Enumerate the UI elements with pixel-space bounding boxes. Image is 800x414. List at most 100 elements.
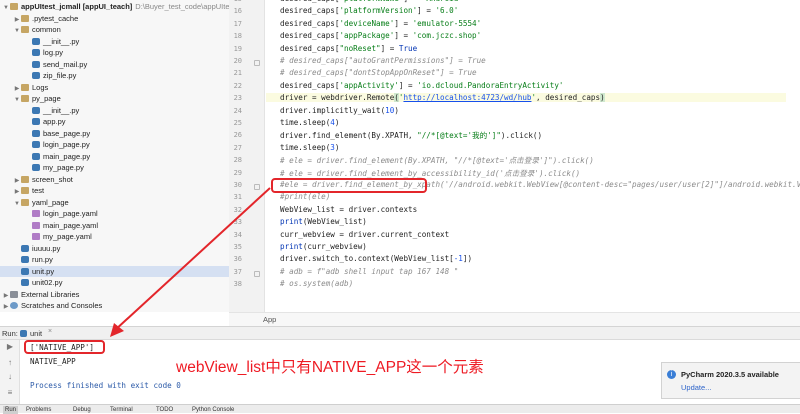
python-file-icon — [32, 164, 40, 171]
python-file-icon — [32, 106, 40, 114]
code-line[interactable]: WebView_list = driver.contexts — [280, 205, 417, 214]
tree-item-label: run.py — [32, 255, 53, 264]
python-file-icon — [32, 37, 40, 45]
code-line[interactable]: # desired_caps["dontStopAppOnReset"] = T… — [280, 68, 477, 77]
python-file-icon — [32, 49, 40, 56]
fold-icon[interactable] — [254, 60, 260, 66]
code-line[interactable]: time.sleep(3) — [280, 143, 339, 152]
annotation-text: webView_list中只有NATIVE_APP这一个元素 — [176, 359, 484, 376]
tree-item[interactable]: ▶ screen_shot — [0, 174, 229, 185]
tree-item[interactable]: ▶ .pytest_cache — [0, 13, 229, 24]
tree-item[interactable]: login_page.py — [0, 139, 229, 150]
code-line[interactable]: desired_caps["noReset"] = True — [280, 44, 417, 53]
code-line[interactable]: desired_caps['platformVersion'] = '6.0' — [280, 6, 458, 15]
line-number: 16 — [233, 7, 242, 16]
code-line[interactable]: # adb = f"adb shell input tap 167 148 " — [280, 267, 458, 276]
line-number: 19 — [233, 44, 242, 53]
chevron-right-icon[interactable]: ▶ — [2, 302, 10, 312]
code-line[interactable]: #print(ele) — [280, 192, 330, 201]
library-icon — [10, 290, 18, 298]
code-line[interactable]: print(WebView_list) — [280, 217, 367, 226]
run-tab-unit[interactable]: unit — [30, 329, 42, 338]
scratch-icon — [10, 302, 18, 309]
tree-item-label: iuuuu.py — [32, 243, 61, 253]
tree-item-label: login_page.yaml — [43, 209, 98, 218]
tree-item[interactable]: ▶ Logs — [0, 82, 229, 93]
code-line[interactable]: # desired_caps["autoGrantPermissions"] =… — [280, 56, 486, 65]
arrow-up-icon[interactable]: ↑ — [5, 358, 15, 368]
tree-item-label: screen_shot — [32, 174, 73, 184]
tree-item-label: test — [32, 186, 45, 195]
tree-item[interactable]: ▼ py_page — [0, 93, 229, 104]
folder-icon — [21, 26, 29, 33]
tree-item-label: Scratches and Consoles — [21, 301, 103, 310]
code-line[interactable]: time.sleep(4) — [280, 118, 339, 127]
tree-item[interactable]: my_page.py — [0, 162, 229, 173]
python-file-icon — [21, 279, 29, 286]
line-number: 17 — [233, 19, 242, 28]
code-line[interactable]: # ele = driver.find_element_by_accessibi… — [280, 168, 580, 179]
tree-item[interactable]: __init__.py — [0, 36, 229, 47]
project-path: D:\Buyer_test_code\appUItest — [135, 2, 229, 11]
tree-item[interactable]: zip_file.py — [0, 70, 229, 81]
close-icon[interactable]: × — [48, 328, 52, 335]
tree-item-label: Logs — [32, 82, 49, 92]
arrow-down-icon[interactable]: ↓ — [5, 372, 15, 382]
yaml-file-icon — [32, 233, 40, 240]
python-file-icon — [21, 244, 29, 252]
python-file-icon — [21, 267, 29, 275]
tree-item[interactable]: base_page.py — [0, 128, 229, 139]
code-line[interactable]: desired_caps['platformName'] = 'Android' — [280, 0, 463, 3]
python-file-icon — [32, 141, 40, 148]
tree-item-label: my_page.yaml — [43, 232, 92, 241]
line-number: 18 — [233, 32, 242, 41]
code-line[interactable]: desired_caps['deviceName'] = 'emulator-5… — [280, 19, 481, 28]
tree-item-label: base_page.py — [43, 128, 91, 138]
highlight-box-output — [24, 340, 105, 354]
tree-item-label: unit02.py — [32, 278, 63, 287]
tree-item-label: common — [32, 25, 61, 34]
update-link[interactable]: Update... — [681, 383, 711, 392]
code-line[interactable]: desired_caps['appPackage'] = 'com.jczc.s… — [280, 31, 481, 40]
line-number: 26 — [233, 131, 242, 140]
code-editor[interactable]: desired_caps['platformName'] = 'Android'… — [266, 0, 800, 312]
info-icon: i — [667, 370, 676, 379]
code-line[interactable]: # os.system(adb) — [280, 279, 353, 288]
tree-item[interactable]: ▼ appUItest_jcmall [appUI_teach] D:\Buyer_… — [0, 1, 229, 12]
tree-item-label: app.py — [43, 117, 66, 126]
folder-icon — [21, 175, 29, 183]
line-number: 29 — [233, 168, 242, 177]
tree-item[interactable]: ▼ common — [0, 24, 229, 35]
code-line[interactable]: driver = webdriver.Remote('http://localh… — [266, 93, 786, 103]
folder-icon — [21, 95, 29, 102]
line-number: 24 — [233, 106, 242, 115]
tree-item[interactable]: log.py — [0, 47, 229, 58]
code-line[interactable]: driver.find_element(By.XPATH, "//*[@text… — [280, 130, 542, 141]
tree-item-label: zip_file.py — [43, 71, 77, 80]
folder-icon — [21, 187, 29, 194]
annotation-arrow — [110, 187, 271, 337]
tree-item-label: main_page.yaml — [43, 220, 99, 230]
line-number: 21 — [233, 69, 242, 78]
code-line[interactable]: driver.switch_to.context(WebView_list[-1… — [280, 254, 472, 263]
notification-title: PyCharm 2020.3.5 available — [681, 370, 779, 379]
tree-item-label: login_page.py — [43, 140, 90, 149]
tree-item[interactable]: send_mail.py — [0, 59, 229, 70]
tree-item[interactable]: main_page.py — [0, 151, 229, 162]
code-line[interactable]: print(curr_webview) — [280, 242, 367, 251]
tree-item[interactable]: __init__.py — [0, 105, 229, 116]
python-file-icon — [32, 118, 40, 125]
tool-window-bar: Run Problems Debug Terminal TODO Python Conso… — [0, 404, 800, 414]
tree-item[interactable]: app.py — [0, 116, 229, 127]
code-line[interactable]: driver.implicitly_wait(10) — [280, 106, 399, 115]
rerun-icon[interactable]: ▶ — [5, 342, 15, 352]
line-number: 15 — [222, 0, 242, 3]
code-line[interactable]: desired_caps['appActivity'] = 'io.dcloud… — [280, 81, 563, 90]
folder-icon — [21, 14, 29, 22]
tree-item-label: __init__.py — [43, 36, 80, 46]
tree-item-label: send_mail.py — [43, 59, 88, 69]
code-line[interactable]: curr_webview = driver.current_context — [280, 230, 449, 239]
console-line: Process finished with exit code 0 — [30, 381, 181, 390]
code-line[interactable]: # ele = driver.find_element(By.XPATH, "/… — [280, 155, 594, 166]
wrap-icon[interactable]: ≡ — [5, 388, 15, 398]
